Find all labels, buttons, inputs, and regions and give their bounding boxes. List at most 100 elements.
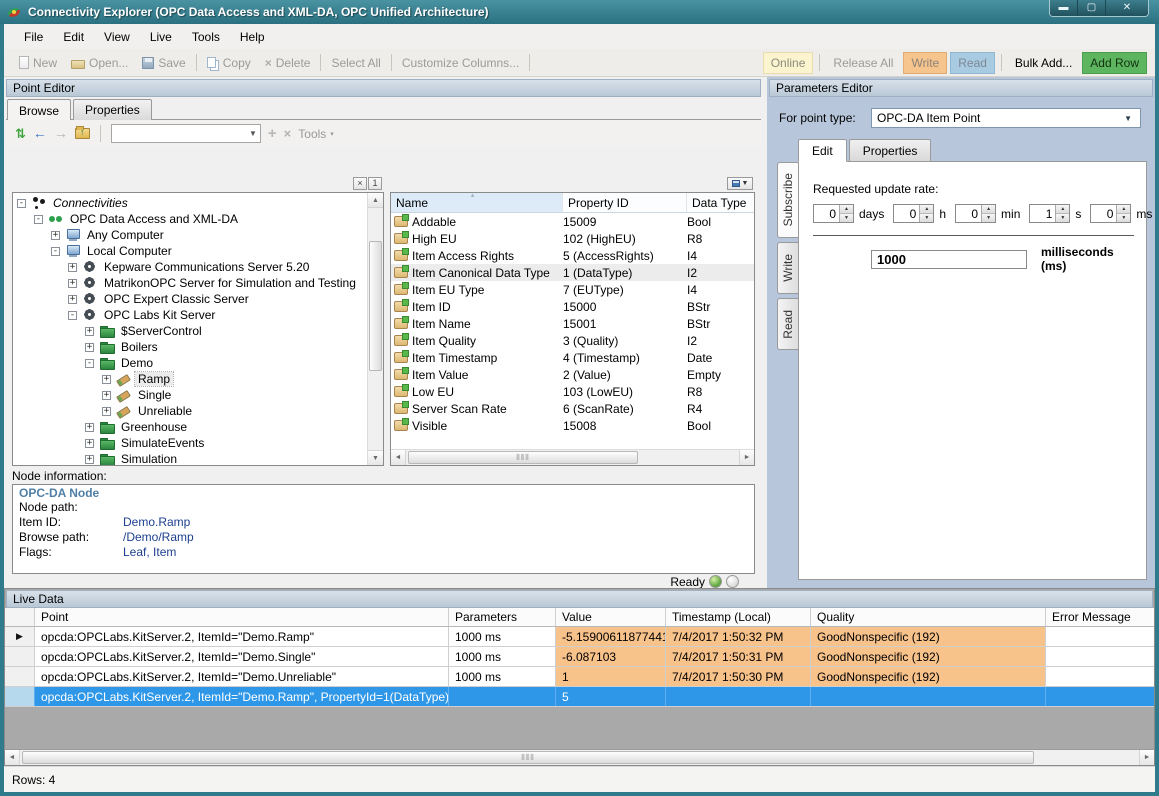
update-rate-spinner[interactable]: 0 ▲ ▼ xyxy=(955,204,996,223)
tree-expander-icon[interactable]: + xyxy=(85,343,94,352)
spinner-up-icon[interactable]: ▲ xyxy=(840,205,853,214)
tree-item[interactable]: - OPC Labs Kit Server xyxy=(13,307,367,323)
property-row[interactable]: Item EU Type 7 (EUType) I4 xyxy=(391,281,754,298)
tree-item[interactable]: + OPC Expert Classic Server xyxy=(13,291,367,307)
spinner-down-icon[interactable]: ▼ xyxy=(1117,214,1130,222)
tree-expander-icon[interactable]: + xyxy=(68,279,77,288)
property-row[interactable]: Item Access Rights 5 (AccessRights) I4 xyxy=(391,247,754,264)
tree-item[interactable]: - OPC Data Access and XML-DA xyxy=(13,211,367,227)
property-row[interactable]: Item Timestamp 4 (Timestamp) Date xyxy=(391,349,754,366)
tools-menu-button[interactable]: Tools ▾ xyxy=(298,127,334,141)
property-row[interactable]: Item ID 15000 BStr xyxy=(391,298,754,315)
release-all-button[interactable]: Release All xyxy=(826,53,900,73)
tab-edit-properties[interactable]: Properties xyxy=(849,139,932,162)
milliseconds-input[interactable] xyxy=(871,250,1027,269)
tree-expander-icon[interactable]: + xyxy=(85,423,94,432)
tree-item[interactable]: + Unreliable xyxy=(13,403,367,419)
point-cell[interactable]: opcda:OPCLabs.KitServer.2, ItemId="Demo.… xyxy=(35,667,449,686)
tree-expander-icon[interactable]: + xyxy=(68,263,77,272)
tree-item[interactable]: - Local Computer xyxy=(13,243,367,259)
tab-subscribe[interactable]: Subscribe xyxy=(777,162,798,238)
live-data-row[interactable]: ▶ opcda:OPCLabs.KitServer.2, ItemId="Dem… xyxy=(5,627,1154,647)
save-button[interactable]: Save xyxy=(135,53,192,73)
live-data-column-header[interactable]: Error Message xyxy=(1046,608,1154,626)
property-row[interactable]: Addable 15009 Bool xyxy=(391,213,754,230)
spinner-value[interactable]: 0 xyxy=(1091,205,1116,222)
point-cell[interactable]: opcda:OPCLabs.KitServer.2, ItemId="Demo.… xyxy=(35,687,449,706)
point-cell[interactable]: opcda:OPCLabs.KitServer.2, ItemId="Demo.… xyxy=(35,647,449,666)
minimize-button[interactable]: ▬ xyxy=(1050,0,1078,16)
update-rate-spinner[interactable]: 0 ▲ ▼ xyxy=(893,204,934,223)
remove-x-icon[interactable]: × xyxy=(284,126,292,141)
update-rate-spinner[interactable]: 0 ▲ ▼ xyxy=(1090,204,1131,223)
menu-item[interactable]: Tools xyxy=(182,26,230,48)
scroll-left-arrow[interactable]: ◄ xyxy=(5,750,20,765)
add-icon[interactable]: + xyxy=(268,125,277,142)
tree-expander-icon[interactable]: - xyxy=(34,215,43,224)
tree-item[interactable]: + Single xyxy=(13,387,367,403)
parameters-cell[interactable]: 1000 ms xyxy=(449,647,556,666)
parameters-cell[interactable]: 1000 ms xyxy=(449,627,556,646)
property-row[interactable]: Item Value 2 (Value) Empty xyxy=(391,366,754,383)
live-data-column-header[interactable]: Value xyxy=(556,608,666,626)
tree-item[interactable]: + Greenhouse xyxy=(13,419,367,435)
read-button[interactable]: Read xyxy=(950,52,995,74)
tree-expander-icon[interactable]: + xyxy=(68,295,77,304)
tree-expander-icon[interactable]: - xyxy=(17,199,26,208)
timestamp-cell[interactable]: 7/4/2017 1:50:31 PM xyxy=(666,647,811,666)
live-data-horizontal-scrollbar[interactable]: ◄ ⦀⦀⦀ ► xyxy=(5,749,1154,765)
timestamp-cell[interactable]: 7/4/2017 1:50:32 PM xyxy=(666,627,811,646)
tree-item[interactable]: + Ramp xyxy=(13,371,367,387)
tree-item[interactable]: - Connectivities xyxy=(13,195,367,211)
tab-read[interactable]: Read xyxy=(777,298,798,350)
tree-expander-icon[interactable]: + xyxy=(85,439,94,448)
live-data-column-header[interactable]: Timestamp (Local) xyxy=(666,608,811,626)
property-row[interactable]: Server Scan Rate 6 (ScanRate) R4 xyxy=(391,400,754,417)
up-folder-icon[interactable] xyxy=(75,128,90,139)
row-selector-cell[interactable]: ▶ xyxy=(5,627,35,646)
live-data-column-header[interactable]: Quality xyxy=(811,608,1046,626)
tree-item[interactable]: + MatrikonOPC Server for Simulation and … xyxy=(13,275,367,291)
value-cell[interactable]: -5.15900611877441 xyxy=(556,627,666,646)
scroll-right-arrow[interactable]: ► xyxy=(739,450,754,465)
spinner-down-icon[interactable]: ▼ xyxy=(982,214,995,222)
update-rate-spinner[interactable]: 1 ▲ ▼ xyxy=(1029,204,1070,223)
scroll-down-arrow[interactable]: ▼ xyxy=(368,450,383,465)
quality-cell[interactable]: GoodNonspecific (192) xyxy=(811,647,1046,666)
tree-item[interactable]: + Boilers xyxy=(13,339,367,355)
tree-expander-icon[interactable]: + xyxy=(85,327,94,336)
row-selector-cell[interactable] xyxy=(5,647,35,666)
property-row[interactable]: Low EU 103 (LowEU) R8 xyxy=(391,383,754,400)
error-message-cell[interactable] xyxy=(1046,687,1154,706)
live-data-column-header[interactable]: Point xyxy=(35,608,449,626)
value-cell[interactable]: 5 xyxy=(556,687,666,706)
column-header-name[interactable]: Name ▲ xyxy=(391,193,563,212)
menu-item[interactable]: Help xyxy=(230,26,275,48)
error-message-cell[interactable] xyxy=(1046,647,1154,666)
scroll-left-arrow[interactable]: ◄ xyxy=(391,450,406,465)
tree-expander-icon[interactable]: - xyxy=(85,359,94,368)
point-type-dropdown[interactable]: OPC-DA Item Point ▼ xyxy=(871,108,1141,128)
property-row[interactable]: Item Name 15001 BStr xyxy=(391,315,754,332)
value-cell[interactable]: 1 xyxy=(556,667,666,686)
close-button[interactable]: ✕ xyxy=(1106,0,1148,16)
spinner-up-icon[interactable]: ▲ xyxy=(1056,205,1069,214)
row-selector-cell[interactable] xyxy=(5,687,35,706)
spinner-value[interactable]: 0 xyxy=(894,205,919,222)
tree-option-1-button[interactable]: 1 xyxy=(368,177,382,190)
live-data-row[interactable]: opcda:OPCLabs.KitServer.2, ItemId="Demo.… xyxy=(5,667,1154,687)
open-button[interactable]: Open... xyxy=(64,53,135,73)
property-grid-horizontal-scrollbar[interactable]: ◄ ⦀⦀⦀ ► xyxy=(391,449,754,465)
delete-button[interactable]: × Delete xyxy=(258,53,318,73)
spinner-up-icon[interactable]: ▲ xyxy=(1117,205,1130,214)
maximize-button[interactable]: ▢ xyxy=(1078,0,1106,16)
error-message-cell[interactable] xyxy=(1046,667,1154,686)
back-arrow-icon[interactable]: ← xyxy=(33,127,47,140)
customize-columns-button[interactable]: Customize Columns... xyxy=(395,53,526,73)
parameters-cell[interactable] xyxy=(449,687,556,706)
spinner-down-icon[interactable]: ▼ xyxy=(840,214,853,222)
property-row[interactable]: Item Canonical Data Type 1 (DataType) I2 xyxy=(391,264,754,281)
copy-button[interactable]: Copy xyxy=(200,53,258,73)
tree-expander-icon[interactable]: - xyxy=(68,311,77,320)
quality-cell[interactable]: GoodNonspecific (192) xyxy=(811,667,1046,686)
